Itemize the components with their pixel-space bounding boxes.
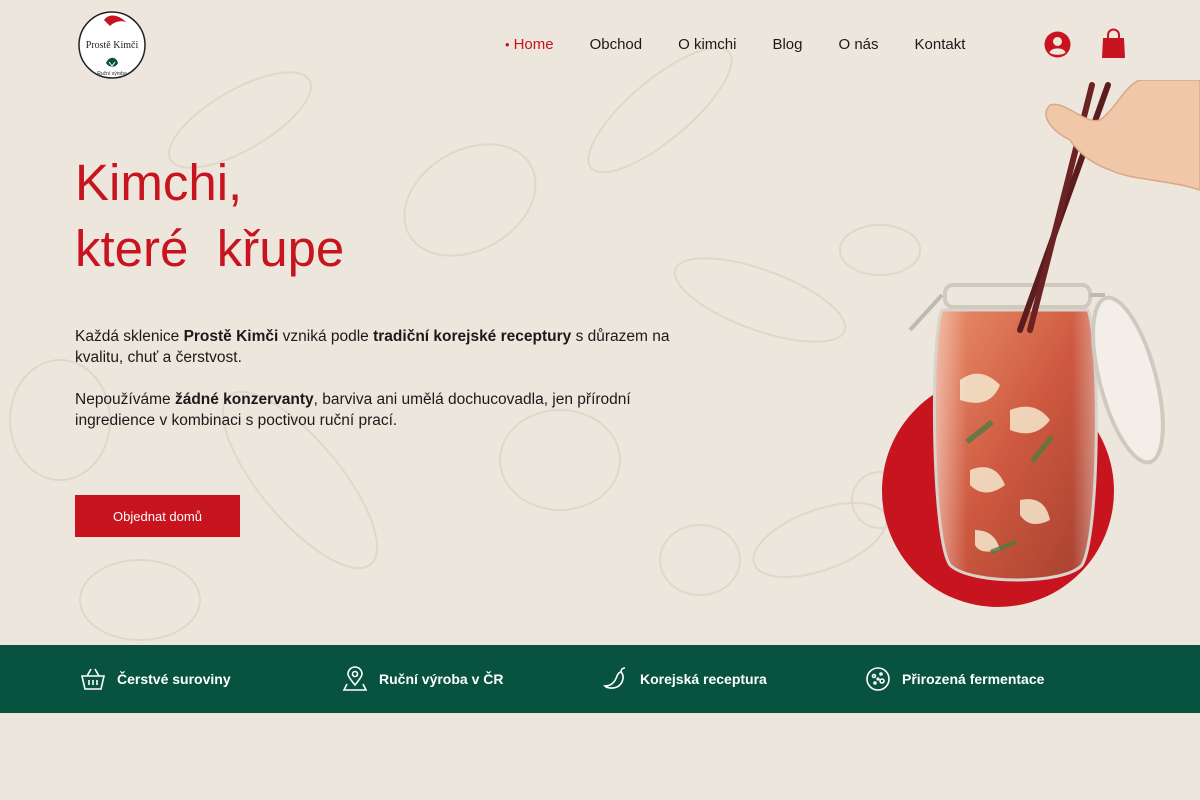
- text-run: Nepoužíváme: [75, 391, 175, 408]
- nav-blog[interactable]: Blog: [772, 36, 802, 53]
- brand-name-emphasis: Prostě Kimči: [183, 328, 279, 345]
- nav-o-kimchi[interactable]: O kimchi: [678, 36, 736, 53]
- brand-logo[interactable]: Prostě Kimči Ruční výroba: [76, 8, 148, 82]
- hero-title-line2: které křupe: [75, 220, 345, 277]
- hero-title: Kimchi, které křupe: [75, 150, 344, 282]
- nav-home[interactable]: Home: [505, 36, 554, 53]
- logo-subtext: Ruční výroba: [97, 71, 127, 77]
- text-run: Každá sklenice: [75, 328, 184, 345]
- feature-label: Korejská receptura: [640, 671, 767, 687]
- basket-icon: [80, 668, 106, 690]
- feature-korean-recipe: Korejská receptura: [603, 645, 767, 713]
- feature-label: Přirozená fermentace: [902, 671, 1045, 687]
- hero-paragraph-1: Každá sklenice Prostě Kimči vzniká podle…: [75, 326, 715, 368]
- features-strip: Čerstvé suroviny Ruční výroba v ČR Korej…: [0, 645, 1200, 713]
- feature-label: Ruční výroba v ČR: [379, 671, 504, 687]
- no-preservatives-emphasis: žádné konzervanty: [174, 391, 314, 408]
- hero-paragraph-2: Nepoužíváme žádné konzervanty, barviva a…: [75, 389, 715, 431]
- hero-title-line1: Kimchi,: [75, 154, 243, 211]
- nav-o-nas[interactable]: O nás: [839, 36, 879, 53]
- shopping-bag-icon[interactable]: [1101, 28, 1126, 59]
- order-home-button[interactable]: Objednat domů: [75, 495, 240, 537]
- recipe-emphasis: tradiční korejské receptury: [373, 328, 572, 345]
- feature-label: Čerstvé suroviny: [117, 671, 231, 687]
- main-navigation: Home Obchod O kimchi Blog O nás Kontakt: [505, 34, 1001, 54]
- nav-obchod[interactable]: Obchod: [590, 36, 643, 53]
- logo-text: Prostě Kimči: [86, 40, 139, 51]
- text-run: vzniká podle: [278, 328, 374, 345]
- chili-pepper-icon: [603, 667, 626, 689]
- kimchi-jar-illustration: [882, 80, 1200, 607]
- feature-natural-fermentation: Přirozená fermentace: [865, 645, 1044, 713]
- feature-fresh-ingredients: Čerstvé suroviny: [80, 645, 231, 713]
- hero-description: Každá sklenice Prostě Kimči vzniká podle…: [75, 326, 715, 452]
- glass-jar: [932, 308, 1098, 582]
- feature-handmade-cz: Ruční výroba v ČR: [342, 645, 503, 713]
- jar-rim: [943, 283, 1092, 309]
- nav-kontakt[interactable]: Kontakt: [915, 36, 966, 53]
- map-pin-icon: [342, 666, 368, 691]
- fermentation-icon: [866, 667, 890, 691]
- user-icon[interactable]: [1044, 31, 1071, 58]
